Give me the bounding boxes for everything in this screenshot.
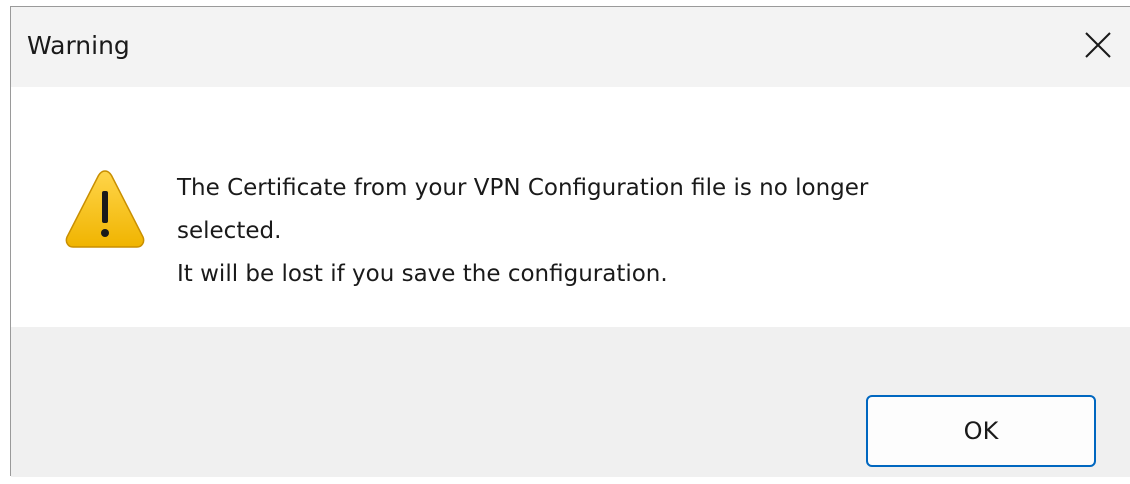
- message-line: selected.: [177, 218, 282, 244]
- warning-triangle-icon: [63, 167, 147, 251]
- dialog-footer: OK: [11, 327, 1130, 477]
- message-line: The Certificate from your VPN Configurat…: [177, 175, 869, 201]
- title-bar: Warning: [11, 7, 1130, 87]
- close-button[interactable]: [1074, 21, 1122, 69]
- message-line: It will be lost if you save the configur…: [177, 261, 668, 287]
- close-icon: [1085, 32, 1111, 58]
- warning-message: The Certificate from your VPN Configurat…: [177, 167, 997, 296]
- warning-dialog: Warning The Certificate from your VPN Co…: [10, 6, 1130, 477]
- ok-button[interactable]: OK: [866, 395, 1096, 467]
- dialog-title: Warning: [27, 31, 130, 60]
- dialog-content: The Certificate from your VPN Configurat…: [11, 87, 1130, 327]
